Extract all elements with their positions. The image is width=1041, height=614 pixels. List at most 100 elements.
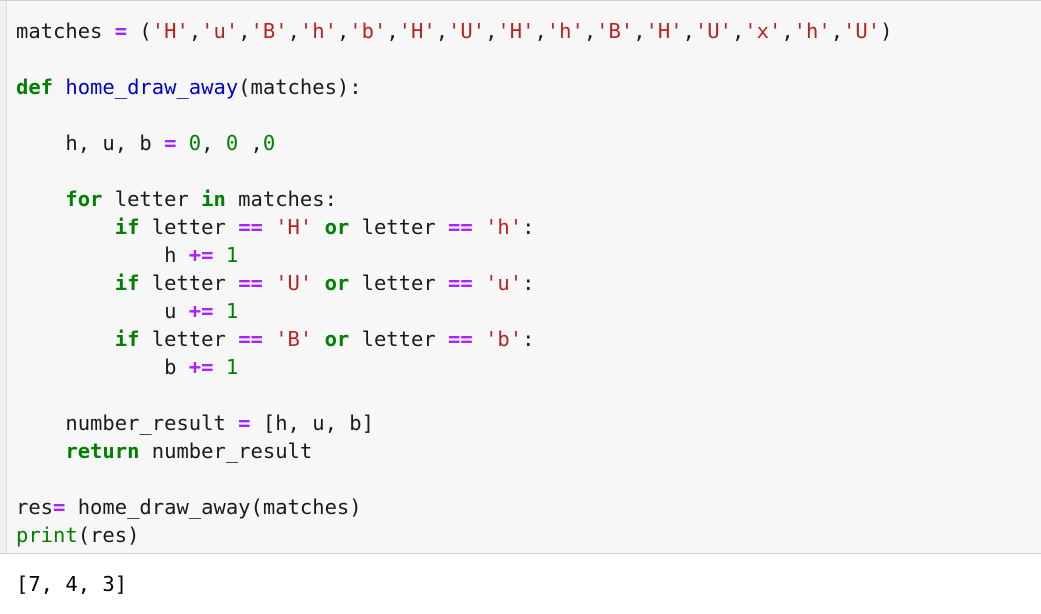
line-return: return number_result <box>16 437 1041 465</box>
token-punct: ] <box>361 411 374 435</box>
token-punct: , <box>188 19 202 43</box>
token-punct: ( <box>127 19 152 43</box>
token-num: 1 <box>225 355 239 379</box>
token-plain: matches <box>262 495 350 519</box>
token-kw: if <box>114 215 140 239</box>
line-if-draw: if letter == 'U' or letter == 'u': <box>16 269 1041 297</box>
token-punct: : <box>522 215 535 239</box>
token-kw: if <box>114 271 140 295</box>
token-punct: , <box>534 19 547 43</box>
token-str: 'U' <box>448 19 486 43</box>
token-punct: , <box>238 19 251 43</box>
token-punct: , <box>386 19 399 43</box>
token-punct: ( <box>77 523 91 547</box>
token-op: == <box>238 327 263 351</box>
token-num: 1 <box>225 299 239 323</box>
token-kw: or <box>324 215 350 239</box>
token-plain: number_result <box>16 411 239 435</box>
token-plain: letter <box>139 271 239 295</box>
token-op: = <box>53 495 66 519</box>
token-num: 1 <box>225 243 239 267</box>
token-punct: , <box>287 19 300 43</box>
token-str: 'H' <box>398 19 436 43</box>
token-op: == <box>448 215 473 239</box>
token-op: = <box>114 19 128 43</box>
token-plain: matches <box>16 19 115 43</box>
token-plain: letter <box>139 215 239 239</box>
line-blank-4 <box>16 381 1041 409</box>
line-blank-1 <box>16 45 1041 73</box>
token-punct: , <box>238 131 263 155</box>
token-kw: def <box>16 75 54 99</box>
line-matches-assign: matches = ('H','u','B','h','b','H','U','… <box>16 17 1041 45</box>
token-str: 'H' <box>497 19 535 43</box>
token-str: 'B' <box>250 19 288 43</box>
token-plain: number_result <box>139 439 313 463</box>
token-plain: matches: <box>225 187 337 211</box>
code-cell[interactable]: matches = ('H','u','B','h','b','H','U','… <box>0 0 1041 554</box>
token-str: 'x' <box>744 19 782 43</box>
line-incr-h: h += 1 <box>16 241 1041 269</box>
token-str: 'U' <box>843 19 881 43</box>
token-kw: or <box>324 271 350 295</box>
token-plain: letter <box>139 327 239 351</box>
line-for-letter: for letter in matches: <box>16 185 1041 213</box>
token-punct: , <box>633 19 646 43</box>
token-punct: ) <box>349 495 362 519</box>
token-op: = <box>238 411 251 435</box>
output-line: [7, 4, 3] <box>16 572 128 596</box>
token-punct: , <box>731 19 745 43</box>
token-str: 'U' <box>275 271 313 295</box>
line-if-home: if letter == 'H' or letter == 'h': <box>16 213 1041 241</box>
token-kw: return <box>65 439 140 463</box>
line-def-home-draw-away: def home_draw_away(matches): <box>16 73 1041 101</box>
token-str: 'b' <box>349 19 387 43</box>
token-punct: ) <box>127 523 140 547</box>
token-kw: or <box>324 327 350 351</box>
token-punct: , <box>583 19 597 43</box>
token-plain: res <box>16 495 54 519</box>
cell-output-area: [7, 4, 3] <box>0 554 1041 598</box>
token-plain: b <box>16 355 189 379</box>
token-plain: letter <box>349 327 449 351</box>
token-op: += <box>188 299 214 323</box>
token-plain: home_draw_away <box>65 495 251 519</box>
token-plain: letter <box>349 215 449 239</box>
token-num: 0 <box>225 131 239 155</box>
token-punct: , <box>336 19 350 43</box>
line-blank-3 <box>16 157 1041 185</box>
token-str: 'U' <box>694 19 732 43</box>
line-incr-b: b += 1 <box>16 353 1041 381</box>
line-blank-5 <box>16 465 1041 493</box>
line-print-res: print(res) <box>16 521 1041 549</box>
notebook-container: matches = ('H','u','B','h','b','H','U','… <box>0 0 1041 598</box>
token-builtin: print <box>16 523 78 547</box>
line-number-result: number_result = [h, u, b] <box>16 409 1041 437</box>
token-str: 'h' <box>299 19 337 43</box>
token-str: 'H' <box>151 19 189 43</box>
token-op: == <box>238 271 263 295</box>
token-fname: home_draw_away <box>65 75 239 99</box>
token-op: == <box>238 215 263 239</box>
token-punct: , <box>201 131 226 155</box>
token-str: 'u' <box>201 19 239 43</box>
code-cell-gutter <box>0 1 7 553</box>
token-plain: h <box>16 243 189 267</box>
code-editor-area[interactable]: matches = ('H','u','B','h','b','H','U','… <box>0 11 1041 549</box>
token-str: 'H' <box>645 19 683 43</box>
